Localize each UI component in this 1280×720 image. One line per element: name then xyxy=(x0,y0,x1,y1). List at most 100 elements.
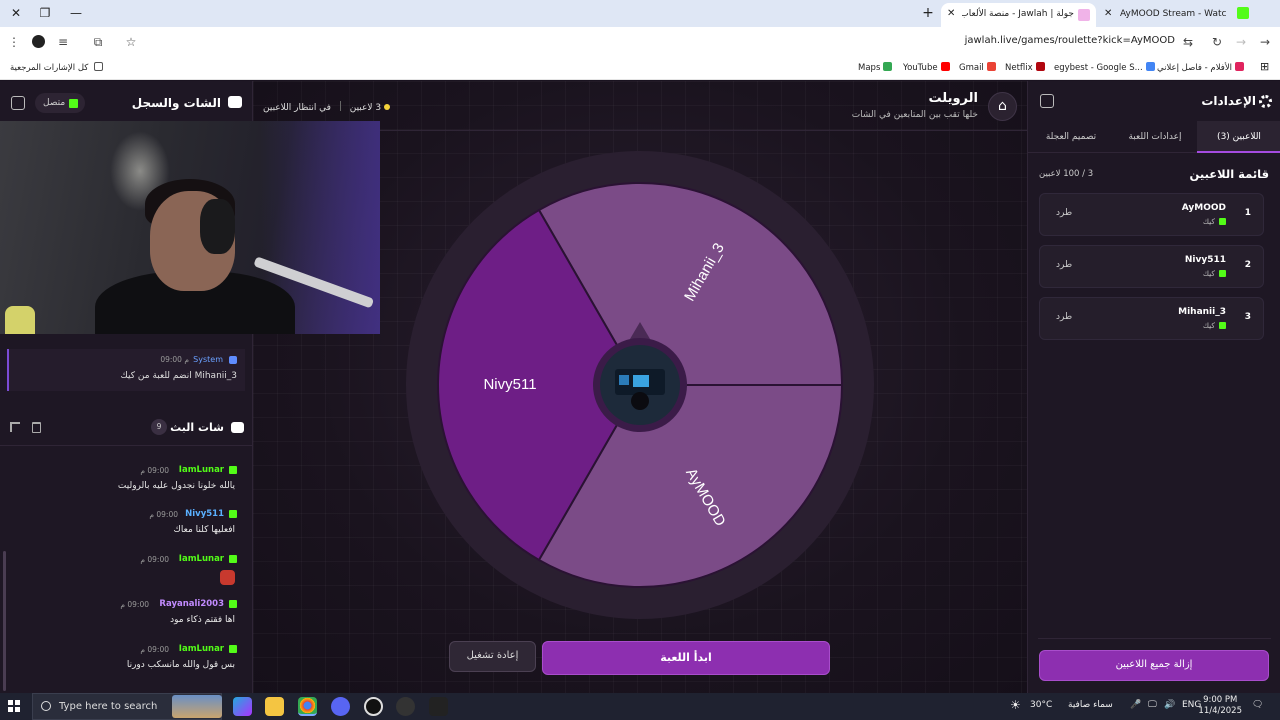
collapse-panel-icon[interactable] xyxy=(11,96,25,110)
kick-icon xyxy=(229,555,237,563)
folder-icon xyxy=(94,62,104,71)
message-user[interactable]: IamLunar xyxy=(179,465,224,475)
kick-player-button[interactable]: طرد xyxy=(1056,312,1072,322)
tab-aymood-stream[interactable]: ✕ AyMOOD Stream - Watch Live xyxy=(1098,3,1253,27)
tab-title: جولة | Jawlah - منصة الألعاب الت xyxy=(962,9,1074,19)
menu-icon[interactable]: ⋮ xyxy=(5,33,23,51)
close-window-icon[interactable]: ✕ xyxy=(2,4,30,22)
player-name: Mihanii_3 xyxy=(1178,307,1226,317)
game-subtitle: خلها تقب بين المتابعين في الشات xyxy=(851,110,978,120)
clock[interactable]: 9:00 PM 11/4/2025 xyxy=(1198,695,1242,717)
bookmark-youtube[interactable]: YouTube xyxy=(903,62,950,73)
bookmark-egybest[interactable]: egybest - Google S... xyxy=(1054,62,1155,73)
capcut-icon[interactable] xyxy=(429,697,448,716)
kick-icon xyxy=(229,466,237,474)
kick-icon xyxy=(229,600,237,608)
system-icon xyxy=(229,356,237,364)
player-platform: كيك xyxy=(1203,321,1226,330)
message-user[interactable]: Nivy511 xyxy=(185,509,224,519)
tab-title: AyMOOD Stream - Watch Live xyxy=(1120,9,1226,19)
maps-icon xyxy=(883,62,893,71)
media-icon[interactable]: ≡ xyxy=(54,33,72,51)
player-number: 3 xyxy=(1244,312,1251,322)
notifications-icon[interactable]: 🗨 xyxy=(1252,700,1263,710)
tab-game-settings[interactable]: إعدادات اللعبة xyxy=(1113,121,1197,153)
message-time: 09:00 م xyxy=(140,466,169,475)
kick-favicon-icon xyxy=(1237,7,1249,19)
file-explorer-icon[interactable] xyxy=(265,697,284,716)
network-icon[interactable]: 🖵 xyxy=(1148,700,1157,710)
chat-message: Rayanali2003 09:00 م اها فقتم ذكاء مود xyxy=(9,599,237,625)
netflix-icon xyxy=(1035,62,1045,71)
jawlah-app: الشات والسجل متصل System 09:00 م Mihanii… xyxy=(0,81,1280,693)
restore-window-icon[interactable]: ❐ xyxy=(31,4,59,22)
discord-icon[interactable] xyxy=(331,697,350,716)
chrome-icon[interactable] xyxy=(298,697,317,716)
player-status: 3 لاعبين في انتظار اللاعبين xyxy=(263,101,390,113)
home-icon[interactable]: ⌂ xyxy=(988,92,1017,121)
system-message: System 09:00 م Mihanii_3 انضم للعبة من ك… xyxy=(7,349,245,391)
kick-icon xyxy=(1219,218,1226,225)
kick-icon xyxy=(1219,270,1226,277)
app-icon[interactable] xyxy=(396,697,415,716)
bookmark-netflix[interactable]: Netflix xyxy=(1005,62,1045,73)
remove-all-players-button[interactable]: إزالة جميع اللاعبين xyxy=(1039,650,1269,681)
new-tab-button[interactable]: + xyxy=(920,4,936,22)
kick-icon xyxy=(229,510,237,518)
bookmark-gmail[interactable]: Gmail xyxy=(959,62,996,73)
player-row: 3 Mihanii_3 كيك طرد xyxy=(1039,297,1264,340)
message-count-badge: 9 xyxy=(151,419,167,435)
trash-icon[interactable] xyxy=(32,422,41,433)
windows-start-icon[interactable] xyxy=(8,700,20,712)
address-bar: ⋮ ≡ ⧉ ☆ jawlah.live/games/roulette?kick=… xyxy=(0,27,1280,56)
replay-button[interactable]: إعادة تشغيل xyxy=(449,641,536,672)
minimize-window-icon[interactable]: — xyxy=(62,4,90,22)
stream-chat-title: شات البث xyxy=(170,421,224,434)
obs-icon[interactable] xyxy=(364,697,383,716)
forward-icon[interactable]: → xyxy=(1232,33,1250,51)
message-user[interactable]: IamLunar xyxy=(179,554,224,564)
message-text: اها فقتم ذكاء مود xyxy=(170,615,235,625)
mic-icon[interactable]: 🎤 xyxy=(1130,700,1141,710)
collapse-panel-icon[interactable] xyxy=(1040,94,1054,108)
site-settings-icon[interactable]: ⇆ xyxy=(1179,33,1197,51)
kick-player-button[interactable]: طرد xyxy=(1056,208,1072,218)
extensions-icon[interactable]: ⧉ xyxy=(89,33,107,51)
volume-icon[interactable]: 🔊 xyxy=(1164,700,1175,710)
webcam-overlay xyxy=(0,121,380,334)
profile-avatar[interactable] xyxy=(32,35,45,48)
bookmark-maps[interactable]: Maps xyxy=(858,62,893,73)
temperature: 30°C xyxy=(1030,700,1053,710)
message-text: بس قول والله مانسكب دورنا xyxy=(126,660,235,670)
chat-scrollbar[interactable] xyxy=(3,551,6,691)
message-user[interactable]: IamLunar xyxy=(179,644,224,654)
close-tab-icon[interactable]: ✕ xyxy=(1104,3,1112,25)
tab-players[interactable]: اللاعبين (3) xyxy=(1197,121,1280,153)
tab-wheel-design[interactable]: تصميم العجلة xyxy=(1029,121,1113,153)
bookmarks-bar: كل الإشارات المرجعية Maps YouTube Gmail … xyxy=(0,56,1280,80)
players-list-count: 3 / 100 لاعبين xyxy=(1039,169,1094,179)
search-icon xyxy=(41,701,51,711)
kick-icon xyxy=(69,99,79,108)
filter-icon[interactable] xyxy=(10,422,20,432)
reload-icon[interactable]: ↻ xyxy=(1208,33,1226,51)
close-tab-icon[interactable]: ✕ xyxy=(947,3,955,25)
bookmark-star-icon[interactable]: ☆ xyxy=(122,33,140,51)
url-field[interactable]: jawlah.live/games/roulette?kick=AyMOOD xyxy=(965,35,1175,46)
player-row: 2 Nivy511 كيك طرد xyxy=(1039,245,1264,288)
tab-jawlah[interactable]: ✕ جولة | Jawlah - منصة الألعاب الت xyxy=(941,3,1096,27)
all-bookmarks[interactable]: كل الإشارات المرجعية xyxy=(10,62,104,73)
message-user[interactable]: Rayanali2003 xyxy=(159,599,224,609)
start-game-button[interactable]: ابدأ اللعبة xyxy=(542,641,830,675)
player-name: AyMOOD xyxy=(1181,203,1226,213)
player-row: 1 AyMOOD كيك طرد xyxy=(1039,193,1264,236)
kick-player-button[interactable]: طرد xyxy=(1056,260,1072,270)
game-title: الرويلت xyxy=(928,91,978,106)
copilot-icon[interactable] xyxy=(233,697,252,716)
chat-message: IamLunar 09:00 م xyxy=(9,554,237,588)
player-platform: كيك xyxy=(1203,269,1226,278)
bookmark-aflam[interactable]: الأفلام - فاصل إعلاني xyxy=(1157,62,1244,73)
apps-grid-icon[interactable]: ⊞ xyxy=(1260,60,1269,73)
chat-icon xyxy=(228,96,242,108)
back-icon[interactable]: → xyxy=(1256,33,1274,51)
